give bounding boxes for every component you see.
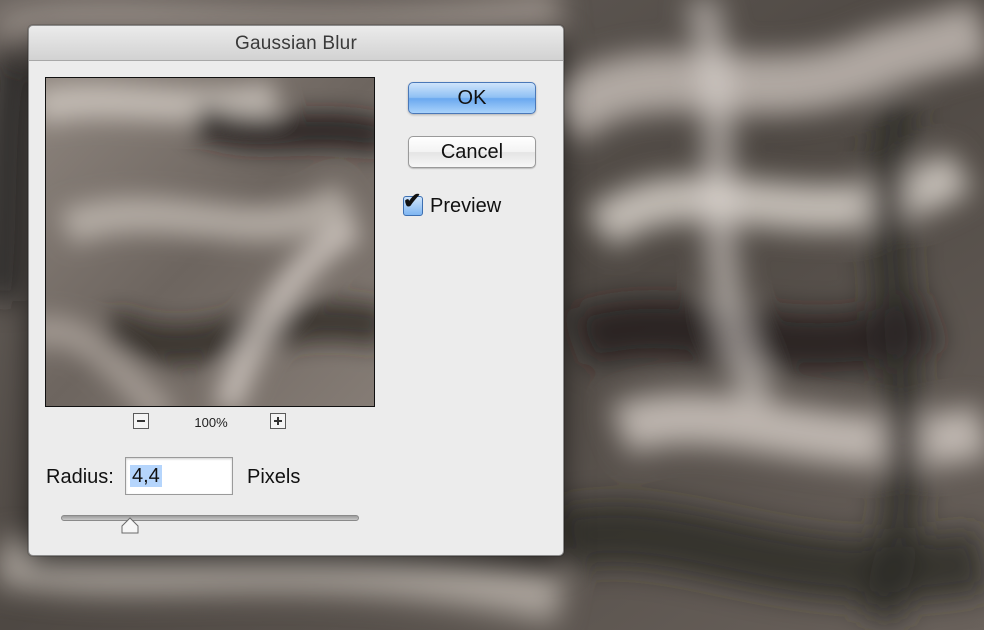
blur-preview-pane[interactable] — [45, 77, 375, 407]
checkmark-icon: ✔ — [403, 188, 422, 213]
preview-label[interactable]: Preview — [430, 195, 501, 218]
zoom-out-button[interactable] — [133, 413, 149, 429]
zoom-level: 100% — [194, 415, 228, 430]
ok-button[interactable]: OK — [408, 82, 536, 114]
radius-label: Radius: — [46, 466, 114, 488]
radius-slider-track[interactable] — [61, 515, 359, 521]
zoom-in-button[interactable] — [270, 413, 286, 429]
cancel-button[interactable]: Cancel — [408, 136, 536, 168]
pixels-unit-label: Pixels — [247, 466, 301, 488]
radius-value: 4,4 — [130, 465, 162, 487]
dialog-titlebar[interactable]: Gaussian Blur — [29, 26, 563, 61]
gaussian-blur-dialog: Gaussian Blur 100% OK Cancel ✔ Preview R… — [28, 25, 564, 556]
preview-checkbox[interactable]: ✔ — [403, 190, 423, 216]
radius-slider-thumb[interactable] — [121, 517, 139, 534]
radius-input[interactable]: 4,4 — [125, 457, 233, 495]
dialog-title: Gaussian Blur — [235, 33, 357, 54]
